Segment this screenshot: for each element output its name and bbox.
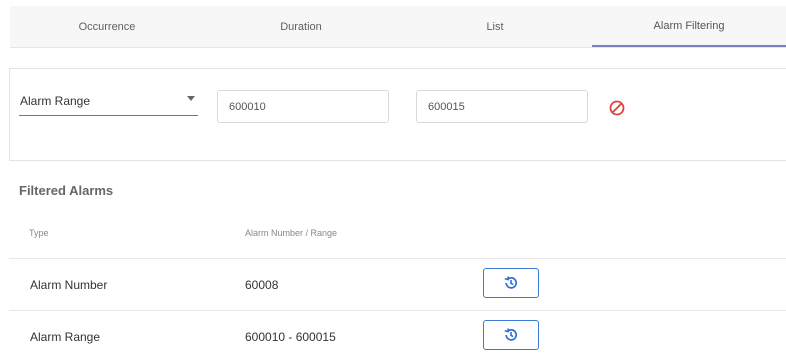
- chevron-down-icon: [187, 96, 195, 101]
- tab-list[interactable]: List: [398, 6, 592, 47]
- table-row: Alarm Range 600010 - 600015: [9, 310, 786, 362]
- tab-duration[interactable]: Duration: [204, 6, 398, 47]
- row-range: 600010 - 600015: [245, 330, 336, 344]
- tab-alarm-filtering[interactable]: Alarm Filtering: [592, 6, 786, 47]
- column-header-type: Type: [29, 228, 49, 238]
- range-from-input[interactable]: [217, 90, 389, 123]
- tab-bar: Occurrence Duration List Alarm Filtering: [10, 6, 786, 48]
- filter-type-select[interactable]: Alarm Range: [19, 93, 198, 116]
- filtered-alarms-title: Filtered Alarms: [19, 183, 114, 198]
- range-to-input[interactable]: [416, 90, 588, 123]
- row-range: 60008: [245, 278, 279, 292]
- table-row: Alarm Number 60008: [9, 258, 786, 310]
- filter-type-value: Alarm Range: [20, 94, 91, 108]
- tab-occurrence[interactable]: Occurrence: [10, 6, 204, 47]
- no-entry-icon[interactable]: [609, 100, 625, 116]
- history-icon: [504, 328, 517, 341]
- column-header-range: Alarm Number / Range: [245, 228, 338, 238]
- row-type: Alarm Range: [30, 330, 101, 344]
- restore-button[interactable]: [483, 320, 539, 350]
- history-icon: [504, 276, 517, 289]
- filter-card: Alarm Range: [9, 68, 786, 161]
- restore-button[interactable]: [483, 268, 539, 298]
- row-type: Alarm Number: [30, 278, 108, 292]
